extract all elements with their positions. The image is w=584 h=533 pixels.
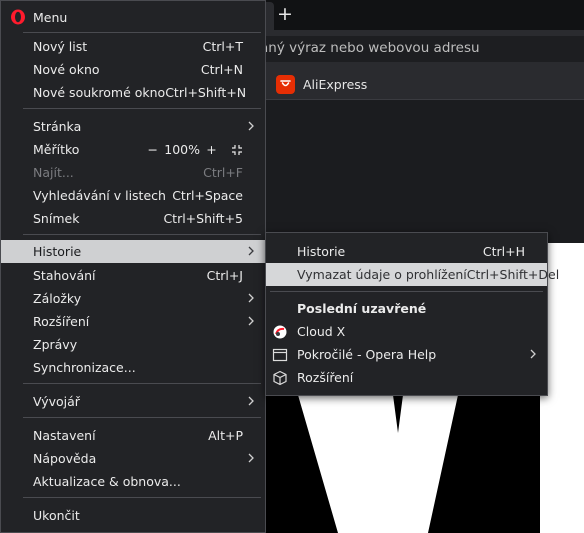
menu-item-shortcut: Ctrl+Shift+5	[163, 211, 243, 226]
menu-item-tab-search[interactable]: Vyhledávání v listech Ctrl+Space	[1, 184, 265, 207]
menu-item-label: Historie	[297, 244, 346, 259]
page-content-graphic	[298, 395, 458, 533]
recent-item-cloud-x[interactable]: Cloud X	[266, 320, 547, 343]
submenu-item-clear-browsing-data[interactable]: Vymazat údaje o prohlížení Ctrl+Shift+De…	[266, 263, 559, 286]
address-placeholder[interactable]: aný výraz nebo webovou adresu	[260, 40, 480, 56]
menu-item-label: Snímek	[33, 211, 80, 226]
menu-item-label: Nastavení	[33, 428, 96, 443]
extensions-cube-icon	[273, 370, 287, 386]
menu-item-label: Vymazat údaje o prohlížení	[297, 267, 467, 282]
menu-item-label: Nové okno	[33, 62, 100, 77]
menu-divider	[23, 417, 261, 418]
fullscreen-icon[interactable]	[231, 144, 243, 156]
menu-item-shortcut: Ctrl+N	[200, 62, 243, 77]
chevron-right-icon	[248, 293, 254, 303]
menu-item-help[interactable]: Nápověda	[1, 447, 265, 470]
window-icon	[272, 348, 288, 362]
menu-item-news[interactable]: Zprávy	[1, 333, 265, 356]
recent-item-extensions[interactable]: Rozšíření	[266, 366, 547, 389]
chevron-right-icon	[248, 316, 254, 326]
menu-item-label: Rozšíření	[297, 370, 354, 385]
zoom-out-button[interactable]: −	[147, 142, 158, 157]
chevron-right-icon	[530, 349, 536, 359]
aliexpress-icon	[276, 74, 295, 94]
menu-item-snapshot[interactable]: Snímek Ctrl+Shift+5	[1, 207, 265, 230]
menu-item-settings[interactable]: Nastavení Alt+P	[1, 424, 265, 447]
menu-item-quit[interactable]: Ukončit	[1, 504, 265, 527]
menu-item-find: Najít... Ctrl+F	[1, 161, 265, 184]
menu-item-shortcut: Ctrl+Shift+Del	[466, 267, 560, 282]
menu-header: Menu	[1, 6, 265, 29]
menu-item-downloads[interactable]: Stahování Ctrl+J	[1, 264, 265, 287]
menu-item-shortcut: Ctrl+Shift+N	[165, 85, 247, 100]
menu-item-label: Pokročilé - Opera Help	[297, 347, 437, 362]
chevron-right-icon	[248, 246, 254, 256]
menu-item-zoom: Měřítko − 100% +	[1, 138, 265, 161]
menu-item-developer[interactable]: Vývojář	[1, 390, 265, 413]
menu-item-label: Záložky	[33, 291, 82, 306]
menu-item-label: Cloud X	[297, 324, 346, 339]
menu-item-label: Vývojář	[33, 394, 80, 409]
menu-item-shortcut: Ctrl+H	[482, 244, 525, 259]
menu-item-shortcut: Ctrl+J	[206, 268, 243, 283]
menu-item-new-window[interactable]: Nové okno Ctrl+N	[1, 58, 265, 81]
menu-item-label: Stahování	[33, 268, 96, 283]
menu-item-label: Zprávy	[33, 337, 78, 352]
submenu-item-history[interactable]: Historie Ctrl+H	[266, 240, 547, 263]
menu-item-private-window[interactable]: Nové soukromé okno Ctrl+Shift+N	[1, 81, 265, 104]
menu-item-shortcut: Ctrl+F	[203, 165, 243, 180]
menu-item-update[interactable]: Aktualizace & obnova...	[1, 470, 265, 493]
menu-item-label: Synchronizace...	[33, 360, 136, 375]
history-submenu: Historie Ctrl+H Vymazat údaje o prohlíže…	[265, 232, 559, 396]
main-menu: Menu Nový list Ctrl+T Nové okno Ctrl+N N…	[0, 0, 266, 533]
opera-browser-window: + aný výraz nebo webovou adresu AliExpre…	[0, 0, 584, 533]
menu-divider	[23, 383, 261, 384]
menu-item-label: Ukončit	[33, 508, 80, 523]
chevron-right-icon	[248, 453, 254, 463]
zoom-controls: − 100% +	[147, 142, 243, 157]
menu-divider	[23, 497, 261, 498]
menu-divider	[23, 108, 261, 109]
menu-divider	[23, 32, 261, 33]
recent-item-opera-help[interactable]: Pokročilé - Opera Help	[266, 343, 547, 366]
menu-item-shortcut: Ctrl+T	[202, 39, 243, 54]
menu-divider	[23, 234, 261, 235]
menu-item-bookmarks[interactable]: Záložky	[1, 287, 265, 310]
menu-item-label: Měřítko	[33, 142, 80, 157]
menu-item-new-tab[interactable]: Nový list Ctrl+T	[1, 35, 265, 58]
menu-item-page[interactable]: Stránka	[1, 115, 265, 138]
recently-closed-heading: Poslední uzavřené	[266, 297, 547, 320]
menu-item-label: Stránka	[33, 119, 82, 134]
menu-item-label: Nápověda	[33, 451, 97, 466]
menu-item-label: Rozšíření	[33, 314, 90, 329]
bookmark-aliexpress[interactable]: AliExpress	[276, 74, 367, 94]
bookmark-label: AliExpress	[303, 76, 368, 92]
menu-item-sync[interactable]: Synchronizace...	[1, 356, 265, 379]
cloudx-favicon-icon	[273, 325, 287, 339]
menu-item-label: Historie	[33, 244, 82, 259]
opera-logo-icon	[11, 9, 25, 25]
menu-item-label: Vyhledávání v listech	[33, 188, 166, 203]
menu-title: Menu	[33, 10, 68, 25]
menu-item-shortcut: Alt+P	[208, 428, 243, 443]
zoom-level: 100%	[164, 142, 200, 157]
menu-item-history[interactable]: Historie	[1, 240, 265, 263]
section-heading: Poslední uzavřené	[297, 301, 427, 316]
menu-item-shortcut: Ctrl+Space	[172, 188, 243, 203]
menu-item-label: Nový list	[33, 39, 88, 54]
menu-item-label: Najít...	[33, 165, 74, 180]
zoom-in-button[interactable]: +	[206, 142, 217, 157]
chevron-right-icon	[248, 396, 254, 406]
menu-item-extensions[interactable]: Rozšíření	[1, 310, 265, 333]
menu-divider	[270, 291, 543, 292]
new-tab-button[interactable]: +	[272, 2, 298, 28]
menu-item-label: Nové soukromé okno	[33, 85, 166, 100]
chevron-right-icon	[248, 121, 254, 131]
menu-item-label: Aktualizace & obnova...	[33, 474, 181, 489]
